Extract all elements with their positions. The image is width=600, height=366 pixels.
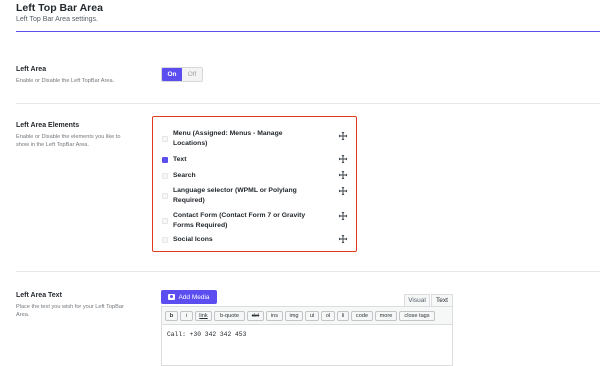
list-item-label: Text bbox=[173, 156, 187, 163]
editor-content[interactable]: Call: +30 342 342 453 bbox=[167, 331, 246, 338]
social-icons-checkbox[interactable] bbox=[162, 237, 168, 243]
section-header: Left Top Bar Area Left Top Bar Area sett… bbox=[0, 0, 600, 34]
ol-button[interactable]: ol bbox=[321, 311, 335, 321]
header-divider bbox=[16, 31, 600, 32]
left-area-text-description: Place the text you wish for your Left To… bbox=[16, 304, 124, 318]
toggle-off-option[interactable]: Off bbox=[182, 68, 202, 81]
row-divider bbox=[16, 271, 600, 272]
img-button[interactable]: img bbox=[285, 311, 303, 321]
add-media-label: Add Media bbox=[178, 293, 210, 301]
list-item-label: Contact Form (Contact Form 7 or Gravity … bbox=[173, 212, 306, 229]
move-icon[interactable] bbox=[339, 155, 347, 163]
move-icon[interactable] bbox=[339, 187, 347, 195]
left-area-text-title: Left Area Text bbox=[16, 292, 62, 299]
move-icon[interactable] bbox=[339, 212, 347, 220]
code-button[interactable]: code bbox=[351, 311, 373, 321]
tab-visual[interactable]: Visual bbox=[404, 294, 430, 306]
close-tags-button[interactable]: close tags bbox=[399, 311, 435, 321]
toggle-on-option[interactable]: On bbox=[162, 68, 182, 81]
move-icon[interactable] bbox=[339, 171, 347, 179]
menu-checkbox[interactable] bbox=[162, 136, 168, 142]
row-divider bbox=[16, 103, 600, 104]
editor-toolbar: b i link b-quote del ins img ul ol li co… bbox=[162, 307, 452, 325]
section-subtitle: Left Top Bar Area settings. bbox=[16, 16, 98, 23]
bold-button[interactable]: b bbox=[165, 311, 178, 321]
left-area-description: Enable or Disable the Left TopBar Area. bbox=[16, 78, 115, 84]
left-area-title: Left Area bbox=[16, 66, 47, 73]
ul-button[interactable]: ul bbox=[305, 311, 319, 321]
italic-button[interactable]: i bbox=[180, 311, 193, 321]
list-item-label: Language selector (WPML or Polylang Requ… bbox=[173, 187, 297, 204]
tab-text[interactable]: Text bbox=[431, 294, 453, 306]
li-button[interactable]: li bbox=[337, 311, 349, 321]
list-item-label: Search bbox=[173, 172, 196, 179]
blockquote-button[interactable]: b-quote bbox=[214, 311, 245, 321]
list-item-contact-form[interactable]: Contact Form (Contact Form 7 or Gravity … bbox=[162, 211, 352, 233]
text-checkbox[interactable] bbox=[162, 157, 168, 163]
move-icon[interactable] bbox=[339, 235, 347, 243]
text-editor[interactable]: b i link b-quote del ins img ul ol li co… bbox=[161, 306, 453, 366]
section-title: Left Top Bar Area bbox=[16, 2, 103, 14]
link-button[interactable]: link bbox=[195, 311, 212, 321]
contact-form-checkbox[interactable] bbox=[162, 218, 168, 224]
search-checkbox[interactable] bbox=[162, 173, 168, 179]
list-item-label: Menu (Assigned: Menus - Manage Locations… bbox=[173, 130, 283, 147]
left-area-toggle[interactable]: On Off bbox=[161, 67, 203, 82]
more-button[interactable]: more bbox=[375, 311, 397, 321]
list-item-language-selector[interactable]: Language selector (WPML or Polylang Requ… bbox=[162, 186, 352, 208]
language-selector-checkbox[interactable] bbox=[162, 193, 168, 199]
left-area-elements-description: Enable or Disable the elements you like … bbox=[16, 134, 121, 148]
list-item-label: Social Icons bbox=[173, 236, 213, 243]
ins-button[interactable]: ins bbox=[266, 311, 283, 321]
list-item-menu[interactable]: Menu (Assigned: Menus - Manage Locations… bbox=[162, 129, 352, 151]
list-item-social-icons[interactable]: Social Icons bbox=[162, 235, 352, 245]
list-item-text[interactable]: Text bbox=[162, 155, 352, 165]
elements-sortable-list: Menu (Assigned: Menus - Manage Locations… bbox=[152, 116, 357, 252]
add-media-button[interactable]: Add Media bbox=[161, 290, 217, 304]
camera-icon bbox=[168, 294, 176, 300]
del-button[interactable]: del bbox=[247, 311, 264, 321]
list-item-search[interactable]: Search bbox=[162, 171, 352, 181]
left-area-elements-title: Left Area Elements bbox=[16, 122, 80, 129]
move-icon[interactable] bbox=[339, 132, 347, 140]
